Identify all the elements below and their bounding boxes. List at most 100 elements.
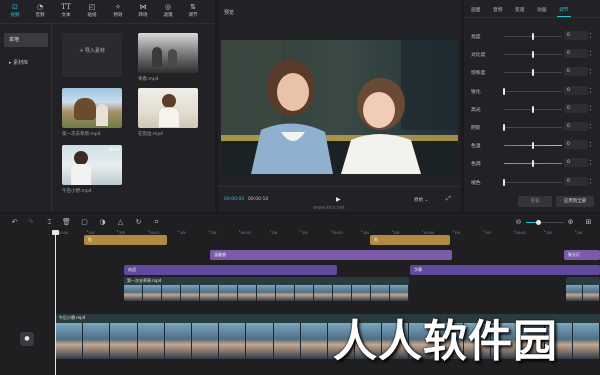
ruler-label: 20f: [576, 231, 583, 235]
media-clip-4[interactable]: 00:06 午后小憩.mp4: [62, 145, 122, 194]
segment-label: 贴: [88, 237, 92, 242]
toolbar-effects-button[interactable]: ✧ 特效: [106, 3, 130, 23]
play-icon[interactable]: ▶: [336, 196, 341, 203]
adjust-slider[interactable]: [504, 181, 562, 183]
media-clip-1[interactable]: 青春.mp4: [138, 33, 198, 82]
overlay-video-clip[interactable]: [566, 277, 600, 301]
tab-adjust[interactable]: 调节: [559, 6, 569, 13]
freeze-icon[interactable]: ▢: [80, 218, 89, 227]
tab-speed[interactable]: 变速: [515, 6, 525, 13]
adjust-value-input[interactable]: 0: [564, 67, 588, 77]
adjust-slider[interactable]: [504, 127, 562, 128]
reset-button[interactable]: 重置: [518, 196, 552, 207]
adjust-slider-knob[interactable]: [503, 87, 505, 95]
split-icon[interactable]: ⌶: [45, 218, 54, 227]
clip-frame: [371, 285, 390, 301]
clip-frame: [110, 323, 138, 359]
toolbar-audio-label: 音频: [35, 13, 45, 18]
clip-frame: [162, 285, 181, 301]
adjust-value-input[interactable]: 0: [564, 103, 588, 113]
adjust-slider-knob[interactable]: [532, 142, 534, 150]
value-stepper[interactable]: ▴ ▾: [588, 67, 593, 76]
text-segment[interactable]: 欢迎: [124, 265, 337, 275]
clip-frame: [572, 323, 600, 359]
clip-frame: [83, 323, 111, 359]
adjust-value-input[interactable]: 0: [564, 85, 588, 95]
effect-segment[interactable]: 聚光灯: [564, 250, 600, 260]
adjust-slider-knob[interactable]: [532, 33, 534, 40]
nav-local[interactable]: 本地: [4, 33, 48, 47]
crop-icon[interactable]: ⌗: [152, 218, 161, 227]
toolbar-audio-button[interactable]: ◔ 音频: [28, 3, 52, 23]
zoom-in-icon[interactable]: ⊕: [566, 218, 575, 227]
value-stepper[interactable]: ▴ ▾: [588, 31, 593, 40]
value-stepper[interactable]: ▴ ▾: [588, 122, 593, 131]
ruler-label: 20f: [210, 231, 217, 235]
tab-audio[interactable]: 音频: [493, 6, 503, 13]
cover-icon: ●: [24, 335, 30, 342]
ruler-label: 20f: [485, 231, 491, 235]
value-stepper[interactable]: ▴ ▾: [588, 104, 593, 113]
media-clip-3[interactable]: 在街边.mp4: [138, 88, 198, 137]
playhead[interactable]: [52, 230, 59, 375]
delete-icon[interactable]: 🗑: [62, 218, 71, 227]
adjust-value-input[interactable]: 0: [564, 140, 588, 150]
adjust-slider-knob[interactable]: [532, 105, 534, 113]
toolbar-transition-button[interactable]: ⋈ 转场: [131, 3, 155, 23]
top-toolbar: ⊡ 视频 ◔ 音频 TT 文本 ◰ 贴纸 ✧ 特效 ⋈ 转场 ◎ 滤镜 ⇅ 调节: [0, 0, 215, 24]
toolbar-adjust-button[interactable]: ⇅ 调节: [181, 3, 205, 23]
value-stepper[interactable]: ▴ ▾: [588, 86, 593, 95]
adjust-slider[interactable]: [504, 90, 562, 92]
nav-library[interactable]: ▸ 素材库: [4, 56, 48, 70]
mirror-icon[interactable]: △: [116, 218, 125, 227]
ruler-label: 20f: [302, 231, 308, 235]
tab-image[interactable]: 画面: [471, 6, 481, 13]
ratio-select[interactable]: 原始 ⌄: [414, 197, 428, 203]
toolbar-text-button[interactable]: TT 文本: [54, 3, 78, 23]
transition-icon: ⋈: [139, 3, 147, 11]
undo-icon[interactable]: ↶: [10, 218, 19, 227]
apply-all-button[interactable]: 应用到全部: [556, 196, 594, 207]
adjust-value-input[interactable]: 0: [564, 158, 588, 168]
zoom-slider[interactable]: [526, 220, 564, 225]
redo-icon[interactable]: ↷: [26, 218, 35, 227]
value-stepper[interactable]: ▴ ▾: [588, 177, 593, 186]
value-stepper[interactable]: ▴ ▾: [588, 140, 593, 149]
value-stepper[interactable]: ▴ ▾: [588, 158, 593, 167]
media-panel: ⊡ 视频 ◔ 音频 TT 文本 ◰ 贴纸 ✧ 特效 ⋈ 转场 ◎ 滤镜 ⇅ 调节: [0, 0, 215, 212]
import-media-button[interactable]: + 导入素材: [62, 33, 122, 77]
text-segment[interactable]: 字幕: [410, 265, 600, 275]
media-clip-2[interactable]: 第一次去草原.mp4: [62, 88, 122, 137]
adjust-value-input[interactable]: 0: [564, 49, 588, 59]
adjust-slider-knob[interactable]: [532, 69, 534, 77]
adjust-label: 对比度: [471, 53, 486, 59]
reverse-icon[interactable]: ◑: [98, 218, 107, 227]
preview-video[interactable]: [221, 40, 458, 174]
value-stepper[interactable]: ▴ ▾: [588, 49, 593, 58]
toolbar-filter-button[interactable]: ◎ 滤镜: [156, 3, 180, 23]
adjust-value-input[interactable]: 0: [564, 176, 588, 186]
clip-name: 午后小憩.mp4: [59, 315, 86, 320]
tab-animation[interactable]: 动画: [537, 6, 547, 13]
adjust-slider-knob[interactable]: [532, 160, 534, 168]
adjust-slider-knob[interactable]: [532, 51, 534, 59]
toolbar-sticker-button[interactable]: ◰ 贴纸: [80, 3, 104, 23]
adjust-value-input[interactable]: 0: [564, 122, 588, 131]
clip-name: 在街边.mp4: [138, 132, 164, 137]
adjust-slider-knob[interactable]: [503, 178, 505, 186]
clip-frame: [56, 323, 84, 359]
effect-segment[interactable]: 温暖感: [210, 250, 452, 260]
fit-icon[interactable]: ⊞: [584, 218, 593, 227]
rotate-icon[interactable]: ↻: [134, 218, 143, 227]
clip-name: 第一次去草原.mp4: [127, 278, 162, 283]
overlay-video-clip[interactable]: 第一次去草原.mp4: [124, 277, 409, 301]
adjust-slider-knob[interactable]: [503, 124, 505, 131]
cover-button[interactable]: ●: [20, 332, 34, 346]
toolbar-video-button[interactable]: ⊡ 视频: [3, 3, 27, 23]
adjust-value-input[interactable]: 0: [564, 31, 588, 40]
zoom-out-icon[interactable]: ⊖: [514, 218, 523, 227]
zoom-slider-knob[interactable]: [536, 220, 541, 225]
fullscreen-icon[interactable]: ⤢: [446, 195, 451, 203]
sticker-segment[interactable]: 贴: [84, 235, 167, 245]
sticker-segment[interactable]: 贴: [370, 235, 450, 245]
